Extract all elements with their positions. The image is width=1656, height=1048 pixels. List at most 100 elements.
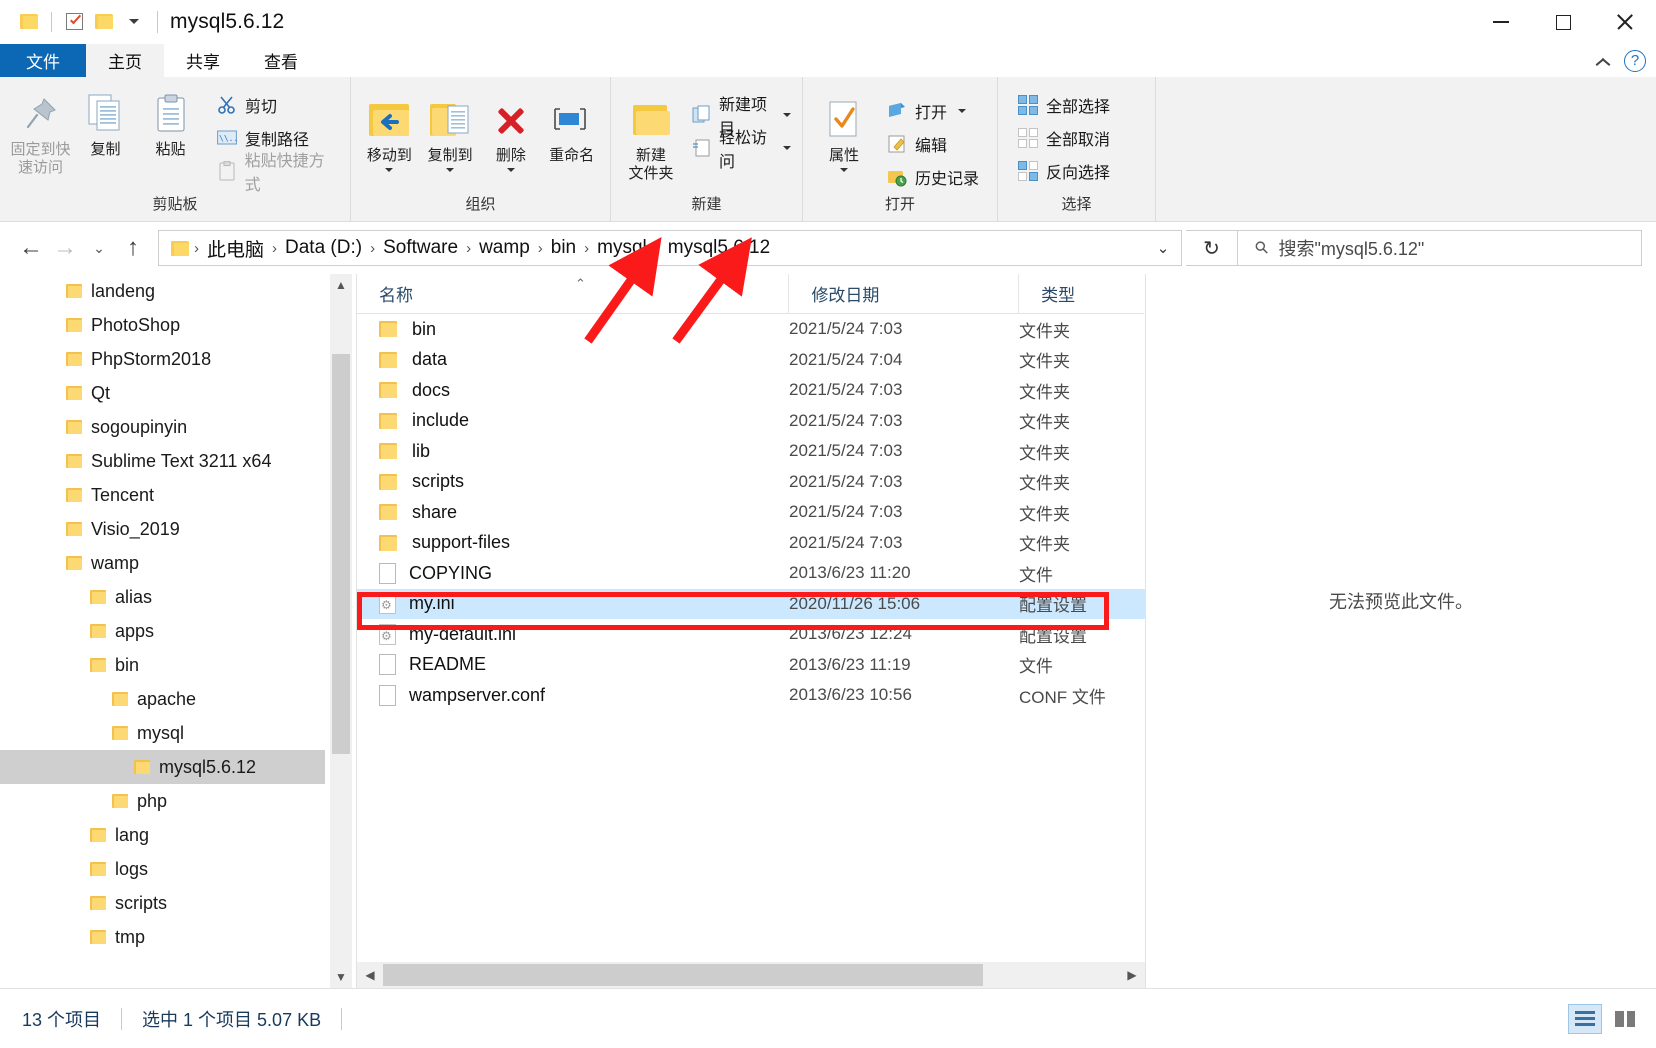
- address-dropdown-icon[interactable]: ⌄: [1145, 231, 1181, 265]
- breadcrumb-item-4[interactable]: bin: [546, 237, 581, 259]
- paste-button[interactable]: 粘贴: [138, 85, 203, 159]
- tree-item-tencent[interactable]: Tencent: [0, 478, 325, 512]
- new-folder-button[interactable]: 新建 文件夹: [619, 91, 683, 182]
- search-box[interactable]: ⚲ 搜索"mysql5.6.12": [1238, 230, 1642, 266]
- tab-view[interactable]: 查看: [242, 44, 320, 77]
- rename-button[interactable]: 重命名: [541, 91, 602, 165]
- select-none-button[interactable]: 全部取消: [1014, 124, 1113, 152]
- tree-item-logs[interactable]: logs: [0, 852, 325, 886]
- select-all-button[interactable]: 全部选择: [1014, 91, 1113, 119]
- move-to-button[interactable]: 移动到: [359, 91, 420, 172]
- chevron-down-icon[interactable]: [119, 7, 149, 37]
- open-button[interactable]: 打开: [883, 97, 982, 125]
- scroll-up-icon[interactable]: ▲: [330, 274, 352, 296]
- tab-share[interactable]: 共享: [164, 44, 242, 77]
- table-row[interactable]: my-default.ini 2013/6/23 12:24 配置设置: [357, 619, 1145, 650]
- minimize-button[interactable]: [1470, 0, 1532, 44]
- tree-item-phpstorm2018[interactable]: PhpStorm2018: [0, 342, 325, 376]
- tree-item-apps[interactable]: apps: [0, 614, 325, 648]
- tab-home[interactable]: 主页: [86, 44, 164, 77]
- pin-to-quick-access-button[interactable]: 固定到快 速访问: [8, 85, 73, 176]
- column-header-date-modified[interactable]: 修改日期: [788, 273, 1018, 314]
- table-row[interactable]: data 2021/5/24 7:04 文件夹: [357, 345, 1145, 376]
- tree-item-lang[interactable]: lang: [0, 818, 325, 852]
- properties-check-icon[interactable]: [59, 7, 89, 37]
- table-row[interactable]: README 2013/6/23 11:19 文件: [357, 650, 1145, 681]
- refresh-button[interactable]: ↻: [1186, 230, 1238, 266]
- scrollbar-thumb[interactable]: [332, 354, 350, 754]
- tree-item-tmp[interactable]: tmp: [0, 920, 325, 954]
- breadcrumb-item-0[interactable]: 此电脑: [202, 235, 269, 262]
- table-row[interactable]: COPYING 2013/6/23 11:20 文件: [357, 558, 1145, 589]
- details-view-button[interactable]: [1568, 1003, 1602, 1034]
- paste-shortcut-button[interactable]: 粘贴快捷方式: [213, 153, 342, 194]
- scrollbar-thumb[interactable]: [383, 964, 983, 986]
- chevron-down-icon[interactable]: [958, 109, 967, 113]
- tree-item-bin[interactable]: bin: [0, 648, 325, 682]
- breadcrumb-item-1[interactable]: Data (D:): [280, 237, 367, 259]
- breadcrumb-item-3[interactable]: wamp: [474, 237, 535, 259]
- tree-item-scripts[interactable]: scripts: [0, 886, 325, 920]
- forward-button[interactable]: →: [48, 231, 82, 265]
- recent-locations-button[interactable]: ⌄: [82, 231, 116, 265]
- maximize-button[interactable]: [1532, 0, 1594, 44]
- breadcrumb-item-6[interactable]: mysql5.6.12: [663, 237, 775, 259]
- tree-item-qt[interactable]: Qt: [0, 376, 325, 410]
- chevron-down-icon[interactable]: [783, 113, 791, 117]
- tree-item-php[interactable]: php: [0, 784, 325, 818]
- scrollbar-track[interactable]: [383, 962, 1119, 988]
- copy-button[interactable]: 复制: [73, 85, 138, 159]
- properties-button[interactable]: 属性: [811, 91, 877, 172]
- new-folder-icon[interactable]: [89, 7, 119, 37]
- column-header-type[interactable]: 类型: [1018, 273, 1144, 314]
- tree-item-mysql5-6-12[interactable]: mysql5.6.12: [0, 750, 325, 784]
- folder-icon[interactable]: [14, 7, 44, 37]
- chevron-down-icon[interactable]: [446, 167, 455, 172]
- tree-item-visio-2019[interactable]: Visio_2019: [0, 512, 325, 546]
- copy-to-button[interactable]: 复制到: [420, 91, 481, 172]
- tree-item-mysql[interactable]: mysql: [0, 716, 325, 750]
- invert-selection-button[interactable]: 反向选择: [1014, 157, 1113, 185]
- table-row[interactable]: scripts 2021/5/24 7:03 文件夹: [357, 467, 1145, 498]
- table-row[interactable]: docs 2021/5/24 7:03 文件夹: [357, 375, 1145, 406]
- breadcrumb-item-2[interactable]: Software: [378, 237, 463, 259]
- scroll-down-icon[interactable]: ▼: [330, 966, 352, 988]
- file-list-horizontal-scrollbar[interactable]: ◀ ▶: [357, 962, 1145, 988]
- chevron-down-icon[interactable]: [783, 146, 791, 150]
- back-button[interactable]: ←: [14, 231, 48, 265]
- chevron-down-icon[interactable]: [385, 167, 394, 172]
- tree-item-landeng[interactable]: landeng: [0, 274, 325, 308]
- table-row-selected[interactable]: my.ini 2020/11/26 15:06 配置设置: [357, 588, 1145, 619]
- table-row[interactable]: support-files 2021/5/24 7:03 文件夹: [357, 528, 1145, 559]
- tree-item-alias[interactable]: alias: [0, 580, 325, 614]
- easy-access-button[interactable]: 轻松访问: [689, 130, 794, 171]
- table-row[interactable]: include 2021/5/24 7:03 文件夹: [357, 406, 1145, 437]
- tree-scrollbar[interactable]: ▲ ▼: [330, 274, 352, 988]
- breadcrumb-item-5[interactable]: mysql: [592, 237, 652, 259]
- delete-button[interactable]: 删除: [481, 91, 542, 172]
- close-button[interactable]: [1594, 0, 1656, 44]
- tree-item-photoshop[interactable]: PhotoShop: [0, 308, 325, 342]
- edit-button[interactable]: 编辑: [883, 130, 982, 158]
- large-icons-view-button[interactable]: [1608, 1004, 1642, 1034]
- tree-item-wamp[interactable]: wamp: [0, 546, 325, 580]
- scroll-left-icon[interactable]: ◀: [357, 962, 383, 988]
- table-row[interactable]: share 2021/5/24 7:03 文件夹: [357, 497, 1145, 528]
- up-button[interactable]: ↑: [116, 231, 150, 265]
- chevron-down-icon[interactable]: [506, 167, 515, 172]
- chevron-up-icon[interactable]: [1596, 54, 1610, 68]
- tab-file[interactable]: 文件: [0, 44, 86, 77]
- tree-item-sublime-text[interactable]: Sublime Text 3211 x64: [0, 444, 325, 478]
- scroll-right-icon[interactable]: ▶: [1119, 962, 1145, 988]
- table-row[interactable]: bin 2021/5/24 7:03 文件夹: [357, 314, 1145, 345]
- help-icon[interactable]: ?: [1624, 49, 1646, 72]
- history-button[interactable]: 历史记录: [883, 163, 982, 191]
- tree-item-sogoupinyin[interactable]: sogoupinyin: [0, 410, 325, 444]
- table-row[interactable]: lib 2021/5/24 7:03 文件夹: [357, 436, 1145, 467]
- cut-button[interactable]: 剪切: [213, 91, 342, 119]
- chevron-down-icon[interactable]: [840, 167, 848, 172]
- address-bar[interactable]: › 此电脑 › Data (D:) › Software › wamp › bi…: [158, 230, 1182, 266]
- tree-item-apache[interactable]: apache: [0, 682, 325, 716]
- column-header-name[interactable]: 名称: [357, 274, 788, 314]
- table-row[interactable]: wampserver.conf 2013/6/23 10:56 CONF 文件: [357, 680, 1145, 711]
